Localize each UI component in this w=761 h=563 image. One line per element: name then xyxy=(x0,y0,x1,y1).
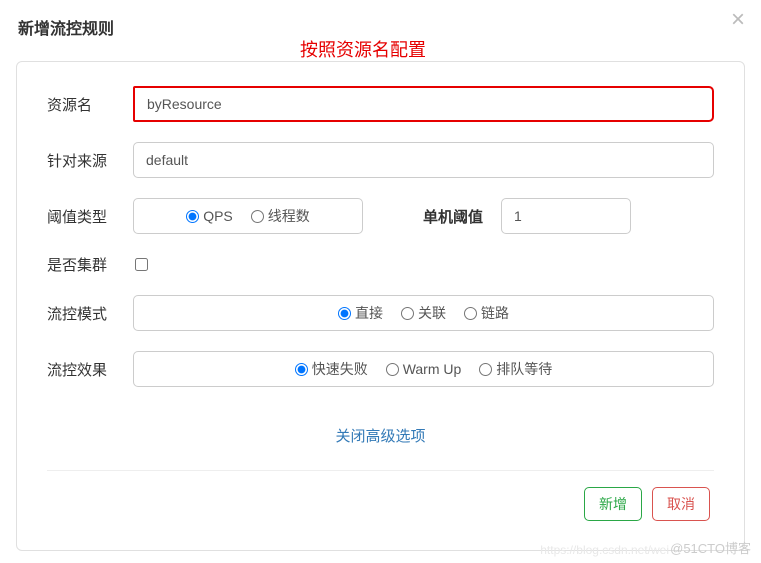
radio-effect-queue[interactable]: 排队等待 xyxy=(479,359,552,379)
row-resource: 资源名 xyxy=(47,86,714,122)
close-icon[interactable]: × xyxy=(731,8,745,32)
radio-effect-queue-label: 排队等待 xyxy=(496,359,552,379)
threshold-type-group: QPS 线程数 xyxy=(133,198,363,234)
effect-group: 快速失败 Warm Up 排队等待 xyxy=(133,351,714,387)
radio-mode-relate-label: 关联 xyxy=(418,303,446,323)
resource-input[interactable] xyxy=(133,86,714,122)
divider xyxy=(47,470,714,471)
radio-effect-queue-input[interactable] xyxy=(479,363,492,376)
row-effect: 流控效果 快速失败 Warm Up 排队等待 xyxy=(47,351,714,387)
label-mode: 流控模式 xyxy=(47,303,133,324)
row-mode: 流控模式 直接 关联 链路 xyxy=(47,295,714,331)
radio-threads-label: 线程数 xyxy=(268,206,310,226)
label-threshold-value: 单机阈值 xyxy=(423,206,483,227)
radio-effect-warmup[interactable]: Warm Up xyxy=(386,361,462,377)
radio-mode-relate-input[interactable] xyxy=(401,307,414,320)
watermark-text: @51CTO博客 xyxy=(670,538,751,557)
radio-mode-relate[interactable]: 关联 xyxy=(401,303,446,323)
footer: 新增 取消 xyxy=(47,487,714,521)
radio-effect-fail[interactable]: 快速失败 xyxy=(295,359,368,379)
form-panel: 资源名 针对来源 阈值类型 QPS 线程数 单机阈值 是否集群 流控模式 xyxy=(16,61,745,551)
radio-effect-warmup-input[interactable] xyxy=(386,363,399,376)
radio-effect-warmup-label: Warm Up xyxy=(403,361,462,377)
row-cluster: 是否集群 xyxy=(47,254,714,275)
radio-qps-input[interactable] xyxy=(186,210,199,223)
label-effect: 流控效果 xyxy=(47,359,133,380)
radio-threads-input[interactable] xyxy=(251,210,264,223)
label-source: 针对来源 xyxy=(47,150,133,171)
row-source: 针对来源 xyxy=(47,142,714,178)
radio-qps-label: QPS xyxy=(203,208,233,224)
collapse-advanced-link[interactable]: 关闭高级选项 xyxy=(47,407,714,456)
radio-qps[interactable]: QPS xyxy=(186,208,233,224)
radio-mode-direct-label: 直接 xyxy=(355,303,383,323)
radio-mode-direct-input[interactable] xyxy=(338,307,351,320)
watermark-url: https://blog.csdn.net/wei xyxy=(540,543,669,557)
mode-group: 直接 关联 链路 xyxy=(133,295,714,331)
threshold-input[interactable] xyxy=(501,198,631,234)
label-threshold-type: 阈值类型 xyxy=(47,206,133,227)
row-threshold-type: 阈值类型 QPS 线程数 单机阈值 xyxy=(47,198,714,234)
label-resource: 资源名 xyxy=(47,94,133,115)
annotation-text: 按照资源名配置 xyxy=(300,36,426,62)
radio-effect-fail-label: 快速失败 xyxy=(312,359,368,379)
radio-mode-chain[interactable]: 链路 xyxy=(464,303,509,323)
cluster-checkbox[interactable] xyxy=(135,258,148,271)
source-input[interactable] xyxy=(133,142,714,178)
radio-mode-chain-label: 链路 xyxy=(481,303,509,323)
cancel-button[interactable]: 取消 xyxy=(652,487,710,521)
radio-effect-fail-input[interactable] xyxy=(295,363,308,376)
radio-mode-chain-input[interactable] xyxy=(464,307,477,320)
confirm-button[interactable]: 新增 xyxy=(584,487,642,521)
radio-threads[interactable]: 线程数 xyxy=(251,206,310,226)
radio-mode-direct[interactable]: 直接 xyxy=(338,303,383,323)
label-cluster: 是否集群 xyxy=(47,254,133,275)
